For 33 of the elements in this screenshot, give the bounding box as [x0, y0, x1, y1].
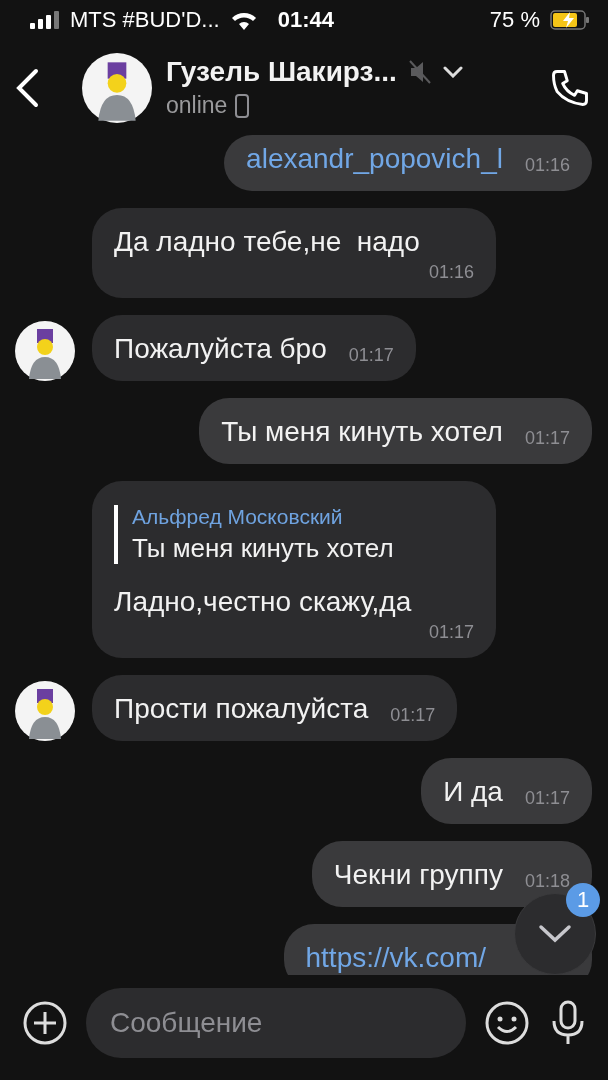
clock: 01:44 [277, 7, 334, 33]
message-time: 01:17 [524, 427, 570, 450]
message-text: И да [443, 775, 503, 809]
chevron-down-icon [538, 924, 572, 944]
chat-title[interactable]: Гузель Шакирз... [166, 56, 397, 88]
message-time: 01:17 [524, 787, 570, 810]
message-text: Ты меня кинуть хотел [221, 415, 503, 449]
message-text: Ладно,честно скажу,да [114, 585, 412, 619]
carrier-name: MTS #BUD'D... [70, 7, 220, 33]
message-time: 01:17 [348, 344, 394, 367]
message-link[interactable]: alexandr_popovich_l [246, 141, 503, 177]
add-button[interactable] [22, 999, 68, 1046]
message-time: 01:16 [428, 261, 474, 284]
avatar [82, 52, 152, 123]
battery-charging-icon [550, 10, 590, 30]
emoji-button[interactable] [484, 999, 530, 1046]
message-text: Да ладно тебе,не надо [114, 225, 420, 259]
back-button[interactable] [14, 67, 40, 108]
message-time: 01:17 [390, 704, 436, 727]
message-input[interactable]: Сообщение [86, 987, 466, 1058]
message-text: Пожалуйста бро [114, 332, 327, 366]
quote-author: Альфред Московский [132, 505, 344, 529]
online-status: online [166, 92, 228, 119]
phone-device-icon [235, 93, 250, 118]
quote-text: Ты меня кинуть хотел [132, 533, 395, 564]
signal-icon [30, 11, 60, 29]
message-text: Прости пожалуйста [114, 692, 369, 726]
message-text: Чекни группу [333, 858, 503, 892]
message-time: 01:17 [428, 621, 474, 644]
message-time: 01:16 [524, 154, 570, 177]
message-link[interactable]: https://vk.com/ [305, 940, 486, 975]
battery-percent: 75 % [489, 7, 540, 33]
chevron-down-icon[interactable] [442, 66, 463, 78]
